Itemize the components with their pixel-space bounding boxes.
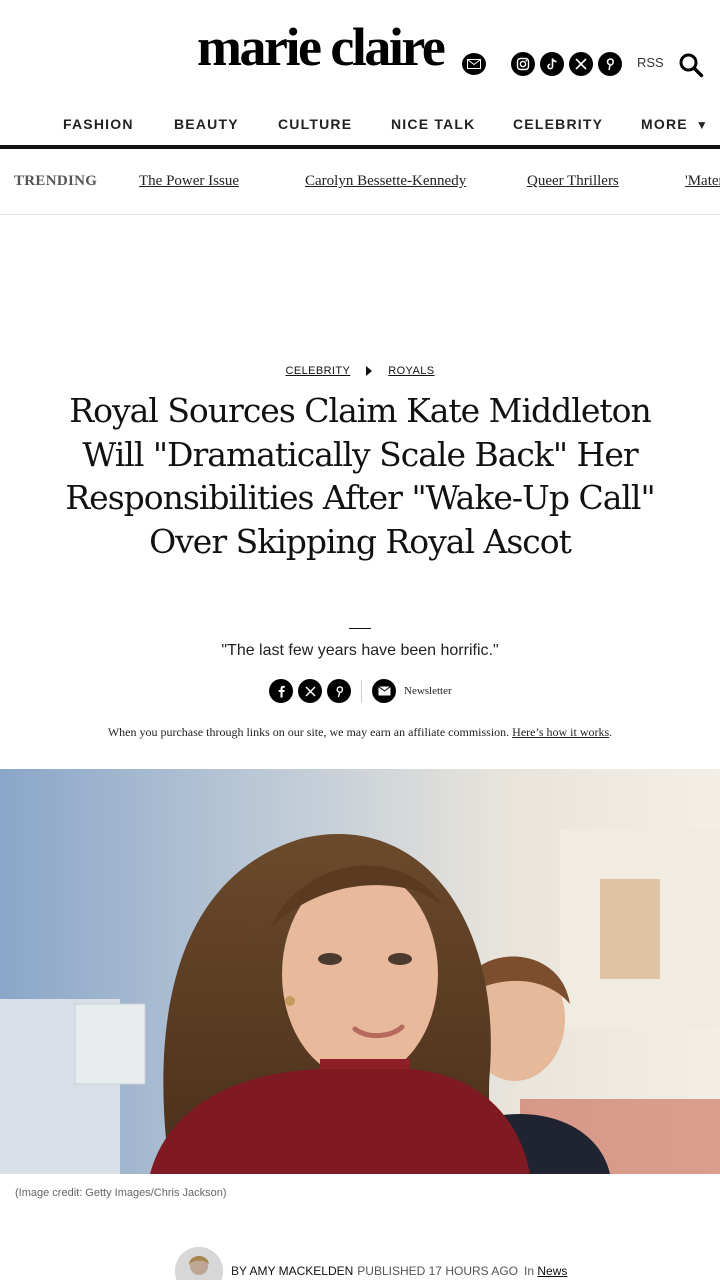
nav-item-fashion[interactable]: FASHION	[63, 116, 134, 132]
article-strapline: "The last few years have been horrific."	[221, 642, 499, 659]
nav-item-celebrity[interactable]: CELEBRITY	[513, 116, 603, 132]
trending-link[interactable]: Queer Thrillers	[527, 173, 619, 190]
breadcrumb-royals[interactable]: ROYALS	[388, 365, 434, 377]
hero-image	[0, 769, 720, 1174]
facebook-icon[interactable]	[269, 679, 293, 703]
nav-item-culture[interactable]: CULTURE	[278, 116, 352, 132]
byline-by: BY	[231, 1264, 247, 1278]
byline-author[interactable]: AMY MACKELDEN	[249, 1264, 353, 1278]
envelope-icon[interactable]	[372, 679, 396, 703]
site-header: marie claire RSS	[0, 0, 720, 100]
pinterest-icon[interactable]	[327, 679, 351, 703]
nav-more-label: MORE	[641, 116, 688, 132]
affiliate-disclaimer: When you purchase through links on our s…	[0, 725, 720, 740]
tiktok-icon[interactable]	[540, 52, 564, 76]
affiliate-end: .	[609, 725, 613, 739]
trending-link[interactable]: 'Materialists'	[685, 173, 720, 190]
byline-in: In	[524, 1264, 535, 1278]
hero-photo-illustration	[0, 769, 720, 1174]
main-nav: FASHION BEAUTY CULTURE NICE TALK CELEBRI…	[0, 110, 720, 136]
instagram-icon[interactable]	[511, 52, 535, 76]
x-icon[interactable]	[569, 52, 593, 76]
x-icon[interactable]	[298, 679, 322, 703]
trending-label: TRENDING	[14, 173, 98, 189]
byline-category-link[interactable]: News	[537, 1264, 567, 1278]
trending-link[interactable]: Carolyn Bessette-Kennedy	[305, 173, 466, 190]
breadcrumb: CELEBRITY ROYALS	[0, 365, 720, 377]
affiliate-text: When you purchase through links on our s…	[107, 725, 510, 739]
article-byline: BY AMY MACKELDEN PUBLISHED 17 HOURS AGO In…	[231, 1264, 567, 1278]
newsletter-envelope-icon[interactable]	[462, 53, 486, 75]
trending-bar: TRENDING The Power Issue Carolyn Bessett…	[0, 149, 720, 215]
headline-divider	[349, 628, 371, 629]
author-avatar[interactable]	[175, 1247, 223, 1280]
newsletter-link[interactable]: Newsletter	[404, 685, 452, 697]
trending-link[interactable]: The Power Issue	[139, 173, 239, 190]
breadcrumb-arrow-icon	[366, 366, 373, 376]
affiliate-how-it-works-link[interactable]: Here’s how it works	[512, 725, 609, 739]
marie-claire-logo[interactable]: marie claire	[197, 20, 446, 74]
caret-down-icon: ▼	[695, 118, 709, 132]
nav-item-beauty[interactable]: BEAUTY	[174, 116, 239, 132]
search-icon[interactable]	[678, 52, 704, 78]
image-caption: (Image credit: Getty Images/Chris Jackso…	[15, 1187, 227, 1199]
nav-item-more[interactable]: MORE ▼	[641, 116, 709, 132]
share-divider	[361, 680, 362, 702]
article-headline: Royal Sources Claim Kate Middleton Will …	[65, 391, 655, 561]
pinterest-icon[interactable]	[598, 52, 622, 76]
breadcrumb-celebrity[interactable]: CELEBRITY	[286, 365, 351, 377]
byline-published: PUBLISHED 17 HOURS AGO	[357, 1264, 518, 1278]
nav-item-nice-talk[interactable]: NICE TALK	[391, 116, 475, 132]
rss-link[interactable]: RSS	[637, 55, 664, 70]
